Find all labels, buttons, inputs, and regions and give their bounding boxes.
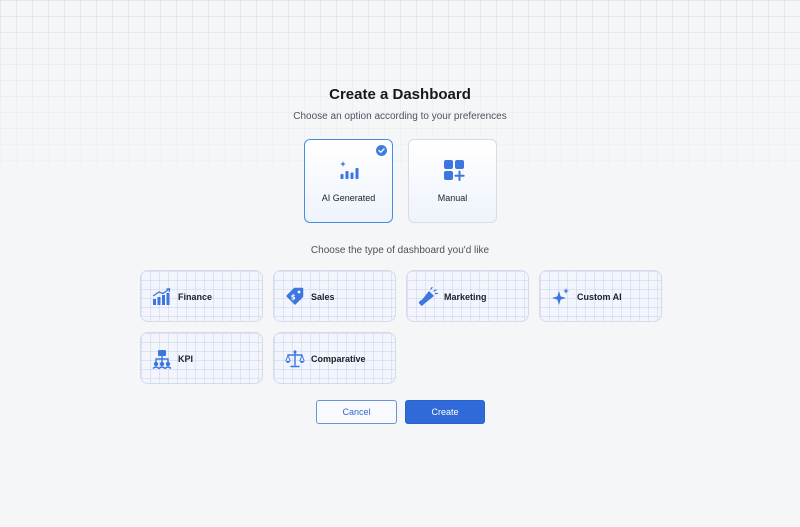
kpi-hierarchy-icon — [152, 349, 172, 370]
type-label-finance: Finance — [178, 292, 213, 302]
page-subtitle: Choose an option according to your prefe… — [293, 111, 507, 122]
megaphone-icon — [418, 286, 439, 307]
type-label-kpi: KPI — [178, 354, 194, 364]
finance-chart-icon — [152, 287, 172, 307]
sparkle-icon — [551, 287, 571, 307]
mode-label-manual: Manual — [437, 193, 468, 203]
type-card-finance[interactable]: Finance — [140, 270, 263, 322]
grid-plus-icon — [442, 160, 466, 182]
type-card-comparative[interactable]: Comparative — [273, 332, 396, 384]
type-label-comparative: Comparative — [311, 354, 366, 364]
section-label: Choose the type of dashboard you'd like — [310, 245, 490, 256]
mode-card-manual[interactable]: Manual — [408, 139, 497, 223]
svg-text:$: $ — [291, 293, 296, 301]
balance-scale-icon — [285, 349, 305, 369]
type-label-sales: Sales — [311, 292, 335, 302]
cancel-button[interactable]: Cancel — [316, 400, 397, 424]
create-button[interactable]: Create — [405, 400, 485, 424]
type-label-custom-ai: Custom AI — [577, 292, 622, 302]
page-title: Create a Dashboard — [329, 86, 471, 103]
type-label-marketing: Marketing — [444, 292, 487, 302]
type-card-sales[interactable]: $ Sales — [273, 270, 396, 322]
type-card-marketing[interactable]: Marketing — [406, 270, 529, 322]
type-card-custom-ai[interactable]: Custom AI — [539, 270, 662, 322]
sales-tag-icon: $ — [285, 287, 305, 307]
check-icon — [376, 145, 387, 156]
mode-label-ai-generated: AI Generated — [321, 193, 376, 203]
type-card-kpi[interactable]: KPI — [140, 332, 263, 384]
mode-card-ai-generated[interactable]: AI Generated — [304, 139, 393, 223]
ai-sparkle-chart-icon — [338, 160, 362, 182]
